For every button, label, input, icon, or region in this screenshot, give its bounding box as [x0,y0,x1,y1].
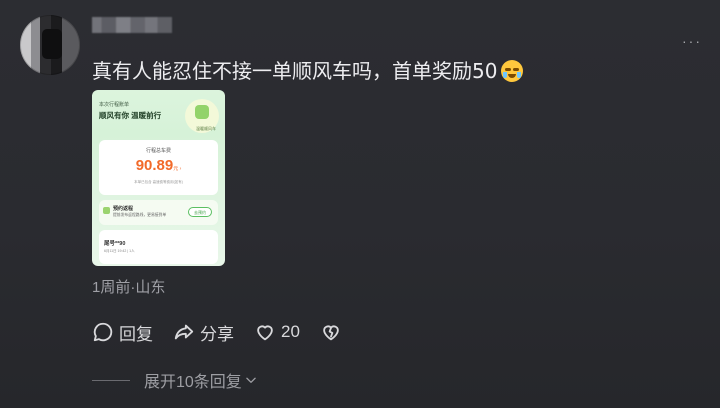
passenger-time: 6月11日 19:42 | 1人 [104,249,135,253]
chevron-down-icon [246,377,256,383]
dislike-button[interactable] [320,321,342,343]
fare-card: 行程总车费 90.89元 › 本单已包含 高速费等费用(如有) [99,140,218,195]
reply-button[interactable]: 回复 [92,320,153,345]
passenger-name: 尾号**90 [104,241,126,247]
fare-amount: 90.89元 › [99,157,218,174]
car-icon [103,207,110,214]
comment-bubble-icon [93,322,113,342]
heart-icon [257,325,273,341]
fare-note: 本单已包含 高速费等费用(如有) [134,180,183,184]
crying-laughing-emoji-icon [501,60,524,82]
passenger-card: 尾号**90 6月11日 19:42 | 1人 [99,230,218,264]
action-bar: 回复 分享 20 [92,318,362,346]
return-trip-button: 去预约 [188,207,212,217]
return-trip-subtitle: 提前发布返程路线，更易接到单 [113,213,167,217]
comment-text-content: 真有人能忍住不接一单顺风车吗，首单奖励50 [92,59,498,83]
reply-label: 回复 [119,324,153,344]
comment-text: 真有人能忍住不接一单顺风车吗，首单奖励50 [92,55,524,84]
screenshot-thumbnail[interactable]: 本次行程账单 顺风有你 温暖前行 温暖顺风车 行程总车费 90.89元 › 本单… [92,90,225,266]
share-arrow-icon [174,324,194,340]
more-options-icon[interactable]: ··· [682,33,702,49]
mascot-label: 温暖顺风车 [196,126,216,131]
username-blurred[interactable] [92,17,172,33]
expand-replies-button[interactable]: 展开10条回复 [92,370,258,391]
divider-line [92,379,130,381]
share-label: 分享 [200,324,234,344]
fare-card-label: 行程总车费 [145,148,171,154]
like-button[interactable]: 20 [254,321,300,343]
post-meta: 1周前·山东 [92,279,166,296]
expand-replies-label: 展开10条回复 [144,374,242,391]
thumb-header-small: 本次行程账单 [99,102,130,108]
like-count: 20 [281,322,300,341]
user-avatar[interactable] [20,15,80,75]
broken-heart-icon [323,325,339,341]
return-trip-title: 预约返程 [113,206,134,212]
fare-value: 90.89 [135,157,174,174]
return-trip-card: 预约返程 提前发布返程路线，更易接到单 去预约 [99,200,218,225]
fare-unit: 元 › [173,166,182,172]
thumb-header-title: 顺风有你 温暖前行 [99,111,162,120]
share-button[interactable]: 分享 [173,320,234,345]
